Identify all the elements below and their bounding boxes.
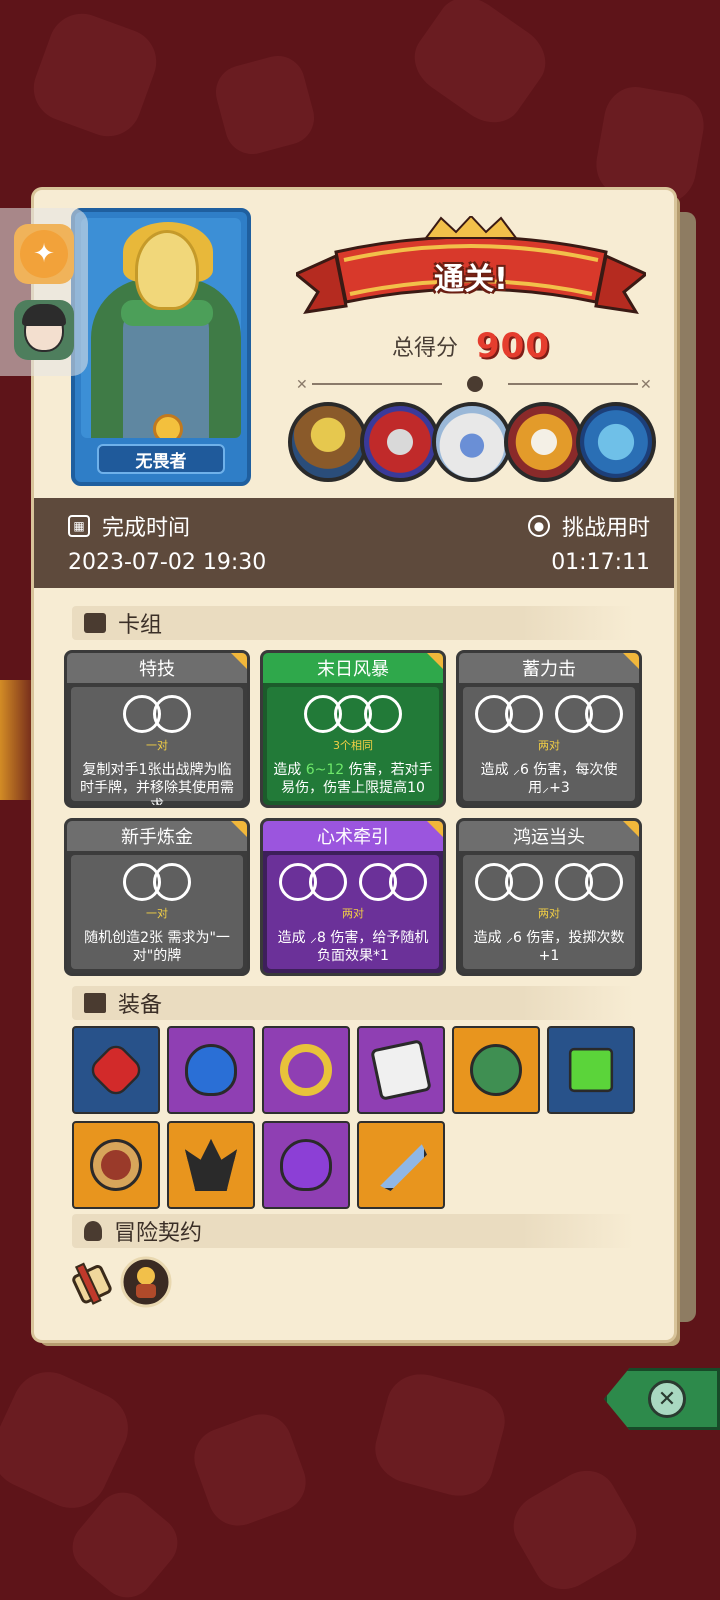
- svg-text:✕: ✕: [296, 377, 308, 393]
- boss-icon: [360, 402, 440, 482]
- deck-section-title: 卡组: [118, 613, 163, 638]
- score-row: 总得分 900: [296, 326, 646, 366]
- boss-icon: [432, 402, 512, 482]
- skill-card[interactable]: 鸿运当头两对造成 ⸝6 伤害，投掷次数+1: [456, 818, 642, 976]
- completion-time-label: ▦ 完成时间: [68, 510, 190, 542]
- skill-card[interactable]: 末日风暴 3个相同造成 6~12 伤害，若对手易伤，伤害上限提高10: [260, 650, 446, 808]
- skill-card-requirement: 一对: [146, 907, 168, 920]
- skill-card-title: 末日风暴: [263, 653, 443, 683]
- skill-card[interactable]: 心术牵引两对造成 ⸝8 伤害，给予随机负面效果*1: [260, 818, 446, 976]
- contract-person-icon: [84, 1221, 102, 1241]
- equipment-slot[interactable]: [452, 1026, 540, 1114]
- equipment-section-header: 装备: [72, 986, 634, 1020]
- skill-card-title: 特技: [67, 653, 247, 683]
- skill-card-title: 蓄力击: [459, 653, 639, 683]
- contracts-section-title: 冒险契约: [114, 1221, 203, 1246]
- equipment-slot[interactable]: [167, 1026, 255, 1114]
- challenge-time-label: ● 挑战用时: [527, 510, 650, 542]
- accessibility-icon: ✦: [20, 230, 68, 278]
- close-icon: ✕: [648, 1380, 686, 1418]
- floating-toolbar: ✦: [0, 208, 88, 376]
- dice-requirement-icon: [463, 695, 635, 735]
- completion-time-value: 2023-07-02 19:30: [68, 550, 267, 575]
- gold-ring-icon: [280, 1044, 332, 1096]
- broken-blade-icon: [380, 1144, 427, 1191]
- skill-card-requirement: 两对: [538, 739, 560, 752]
- hero-name: 无畏者: [97, 444, 225, 474]
- dice-requirement-icon: [71, 695, 243, 735]
- golden-flower-icon[interactable]: [120, 1256, 172, 1308]
- boss-icon: [504, 402, 584, 482]
- calendar-icon: ▦: [68, 515, 90, 537]
- blue-flame-icon: [185, 1044, 237, 1096]
- contracts-section-header: 冒险契约: [72, 1214, 634, 1248]
- equipment-slot[interactable]: [357, 1026, 445, 1114]
- svg-text:✕: ✕: [640, 377, 652, 393]
- assistant-avatar-button[interactable]: [14, 300, 74, 360]
- skill-card[interactable]: 蓄力击两对造成 ⸝6 伤害，每次使用⸝+3: [456, 650, 642, 808]
- ruby-gem-icon: [86, 1040, 146, 1100]
- dark-bat-icon: [185, 1139, 237, 1191]
- skill-card[interactable]: 新手炼金一对随机创造2张 需求为"一对"的牌: [64, 818, 250, 976]
- ornament-divider: ✕ ✕: [296, 376, 652, 393]
- deck-section-header: 卡组: [72, 606, 634, 640]
- equipment-slot[interactable]: [167, 1121, 255, 1209]
- clear-banner: 通关!: [296, 216, 646, 326]
- challenge-time-value: 01:17:11: [551, 550, 650, 575]
- equipment-section-title: 装备: [118, 993, 163, 1018]
- boss-icon: [288, 402, 368, 482]
- score-label: 总得分: [392, 336, 459, 361]
- skill-card-description: 造成 ⸝6 伤害，每次使用⸝+3: [480, 762, 618, 796]
- dice-requirement-icon: [71, 863, 243, 903]
- skill-card-requirement: 3个相同: [333, 739, 373, 752]
- skill-card-description: 复制对手1张出战牌为临时手牌，并移除其使用需求: [80, 762, 234, 808]
- score-value: 900: [476, 326, 550, 366]
- boss-icon: [576, 402, 656, 482]
- equipment-slot[interactable]: [262, 1026, 350, 1114]
- skill-card-requirement: 两对: [342, 907, 364, 920]
- cards-icon: [84, 613, 106, 633]
- turtle-shell-icon: [470, 1044, 522, 1096]
- time-info-bar: ▦ 完成时间 ● 挑战用时 2023-07-02 19:30 01:17:11: [34, 498, 674, 588]
- accessibility-button[interactable]: ✦: [14, 224, 74, 284]
- broken-dice-icon: [370, 1039, 432, 1101]
- equipment-slot[interactable]: [357, 1121, 445, 1209]
- dice-requirement-icon: [267, 863, 439, 903]
- dice-requirement-icon: [463, 863, 635, 903]
- box-icon: [84, 993, 106, 1013]
- equipment-slot[interactable]: [262, 1121, 350, 1209]
- stopwatch-icon: ●: [527, 515, 550, 537]
- skill-card-description: 造成 6~12 伤害，若对手易伤，伤害上限提高10: [273, 762, 433, 796]
- skill-card-description: 造成 ⸝6 伤害，投掷次数+1: [473, 930, 625, 964]
- equipment-slot[interactable]: [547, 1026, 635, 1114]
- medal-icon: [153, 414, 183, 438]
- spiral-bracelet-icon: [90, 1139, 142, 1191]
- skill-card-description: 造成 ⸝8 伤害，给予随机负面效果*1: [277, 930, 429, 964]
- potion-flask-icon: [280, 1139, 332, 1191]
- dice-requirement-icon: [267, 695, 439, 735]
- skill-card[interactable]: 特技一对复制对手1张出战牌为临时手牌，并移除其使用需求: [64, 650, 250, 808]
- hero-portrait: [81, 218, 241, 438]
- skill-card-title: 新手炼金: [67, 821, 247, 851]
- scroll-contract-icon[interactable]: [66, 1256, 118, 1308]
- result-panel: 无畏者 通关! 总得分 900 ✕ ✕ ▦ 完成时间 ● 挑战用时 2023-0…: [34, 190, 696, 1340]
- emerald-gem-icon: [568, 1047, 614, 1093]
- skill-card-title: 鸿运当头: [459, 821, 639, 851]
- equipment-slot[interactable]: [72, 1121, 160, 1209]
- skill-card-requirement: 两对: [538, 907, 560, 920]
- defeated-bosses: [288, 400, 664, 486]
- avatar-icon: [22, 304, 66, 352]
- skill-card-title: 心术牵引: [263, 821, 443, 851]
- skill-card-requirement: 一对: [146, 739, 168, 752]
- skill-card-description: 随机创造2张 需求为"一对"的牌: [84, 930, 230, 964]
- equipment-slot[interactable]: [72, 1026, 160, 1114]
- clear-title: 通关!: [434, 262, 508, 297]
- hero-card[interactable]: 无畏者: [71, 208, 251, 486]
